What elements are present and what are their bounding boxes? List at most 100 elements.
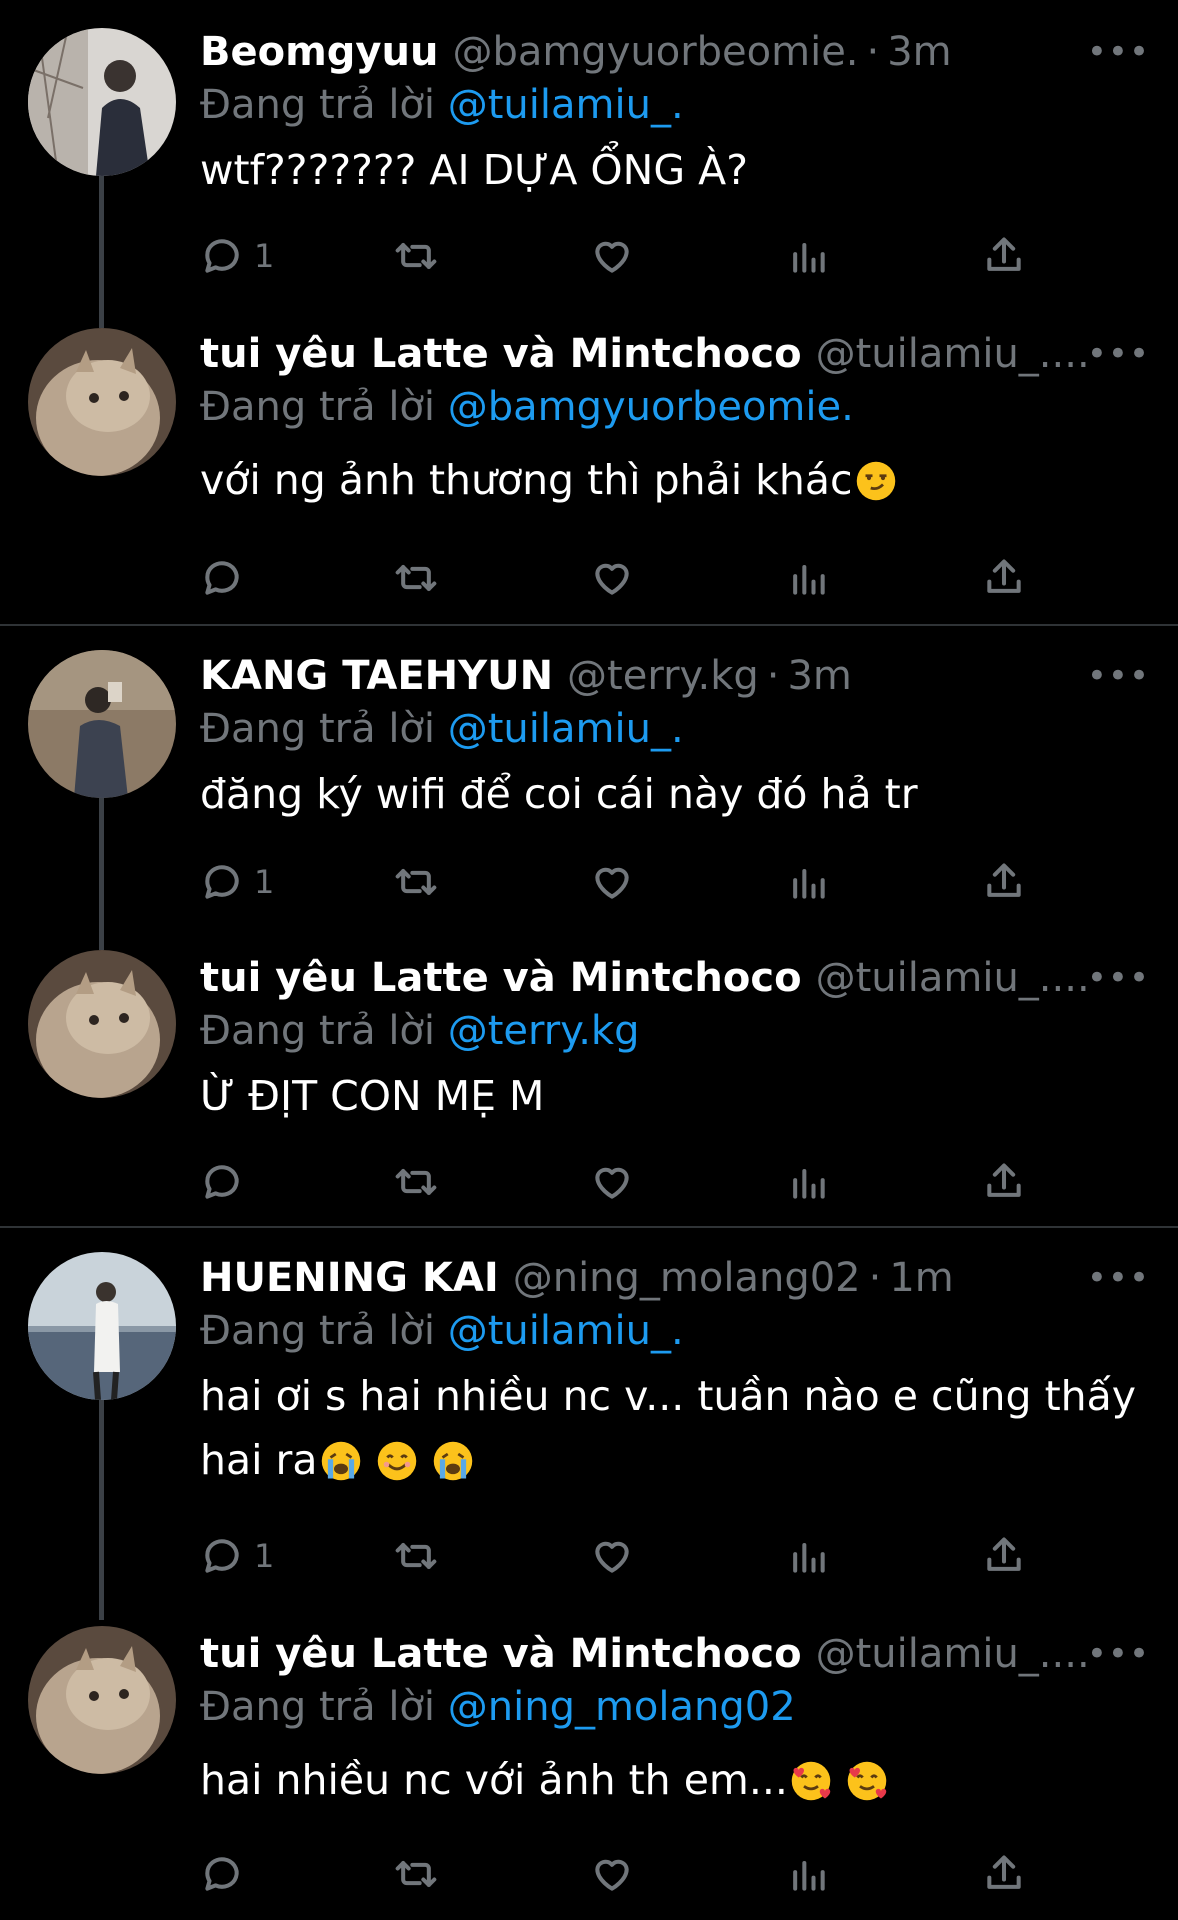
avatar[interactable] — [28, 1252, 176, 1400]
heart-icon — [595, 1167, 629, 1199]
user-handle[interactable]: @tuilamiu_.... — [816, 1631, 1090, 1677]
reply-prefix: Đang trả lời — [200, 1308, 436, 1354]
reply-icon — [205, 1165, 239, 1199]
more-options-icon[interactable]: ••• — [1087, 1626, 1150, 1682]
tweet-actions — [200, 548, 1032, 608]
replying-to: Đang trả lời @bamgyuorbeomie. — [200, 382, 1150, 432]
retweet-icon — [395, 1542, 437, 1570]
timestamp[interactable]: 3m — [787, 653, 851, 699]
reply-prefix: Đang trả lời — [200, 706, 436, 752]
retweet-button[interactable] — [394, 1152, 438, 1212]
mention-link[interactable]: @ning_molang02 — [448, 1684, 796, 1730]
analytics-button[interactable] — [786, 1152, 830, 1212]
share-button[interactable] — [982, 226, 1026, 286]
analytics-button[interactable] — [786, 1844, 830, 1904]
mention-link[interactable]: @terry.kg — [448, 1008, 640, 1054]
more-options-icon[interactable]: ••• — [1087, 950, 1150, 1006]
mention-link[interactable]: @bamgyuorbeomie. — [448, 384, 854, 430]
tweet-text: hai nhiều nc với ảnh th em... — [200, 1748, 1150, 1812]
reply-button[interactable]: 1 — [200, 852, 274, 912]
replying-to: Đang trả lời @tuilamiu_. — [200, 1306, 1150, 1356]
replying-to: Đang trả lời @tuilamiu_. — [200, 80, 1150, 130]
retweet-icon — [395, 1168, 437, 1196]
analytics-button[interactable] — [786, 226, 830, 286]
share-icon — [987, 237, 1021, 271]
thread-line — [99, 798, 104, 950]
user-handle[interactable]: @bamgyuorbeomie. — [452, 29, 858, 75]
tweet-text: wtf??????? AI DỰA ỔNG À? — [200, 146, 748, 194]
more-options-icon[interactable]: ••• — [1087, 648, 1150, 704]
user-handle[interactable]: @terry.kg — [567, 653, 759, 699]
share-button[interactable] — [982, 548, 1026, 608]
avatar[interactable] — [28, 950, 176, 1098]
user-handle[interactable]: @tuilamiu_.... — [816, 331, 1090, 377]
heart-icon — [595, 241, 629, 273]
more-options-icon[interactable]: ••• — [1087, 326, 1150, 382]
mention-link[interactable]: @tuilamiu_. — [448, 1308, 684, 1354]
tweet-header: tui yêu Latte và Mintchoco @tuilamiu_.... — [200, 1626, 1150, 1682]
avatar[interactable] — [28, 1626, 176, 1774]
display-name[interactable]: HUENING KAI — [200, 1255, 499, 1301]
user-handle[interactable]: @tuilamiu_.... — [816, 955, 1090, 1001]
reply-button[interactable] — [200, 548, 244, 608]
tweet-text-content: hai ra — [200, 1436, 318, 1484]
more-options-icon[interactable]: ••• — [1087, 24, 1150, 80]
display-name[interactable]: Beomgyuu — [200, 29, 438, 75]
avatar[interactable] — [28, 28, 176, 176]
analytics-button[interactable] — [786, 548, 830, 608]
retweet-button[interactable] — [394, 226, 438, 286]
like-button[interactable] — [590, 1152, 634, 1212]
reply-icon — [205, 561, 239, 595]
display-name[interactable]: tui yêu Latte và Mintchoco — [200, 955, 802, 1001]
user-handle[interactable]: @ning_molang02 — [513, 1255, 861, 1301]
display-name[interactable]: tui yêu Latte và Mintchoco — [200, 1631, 802, 1677]
timestamp[interactable]: 1m — [889, 1255, 953, 1301]
display-name[interactable]: KANG TAEHYUN — [200, 653, 553, 699]
reply-prefix: Đang trả lời — [200, 82, 436, 128]
retweet-button[interactable] — [394, 852, 438, 912]
reply-prefix: Đang trả lời — [200, 1684, 436, 1730]
tweet-header: HUENING KAI @ning_molang02 · 1m — [200, 1250, 1150, 1306]
share-button[interactable] — [982, 1152, 1026, 1212]
replying-to: Đang trả lời @terry.kg — [200, 1006, 1150, 1056]
analytics-button[interactable] — [786, 1526, 830, 1586]
smirk-emoji-icon — [855, 460, 897, 502]
more-options-icon[interactable]: ••• — [1087, 1250, 1150, 1306]
retweet-button[interactable] — [394, 1844, 438, 1904]
display-name[interactable]: tui yêu Latte và Mintchoco — [200, 331, 802, 377]
reply-prefix: Đang trả lời — [200, 1008, 436, 1054]
heart-icon — [595, 1859, 629, 1891]
tweet-text: Ừ ĐỊT CON MẸ M — [200, 1072, 545, 1120]
mention-link[interactable]: @tuilamiu_. — [448, 82, 684, 128]
reply-icon — [205, 865, 239, 899]
analytics-button[interactable] — [786, 852, 830, 912]
retweet-button[interactable] — [394, 1526, 438, 1586]
reply-button[interactable]: 1 — [200, 226, 274, 286]
share-button[interactable] — [982, 1526, 1026, 1586]
mention-link[interactable]: @tuilamiu_. — [448, 706, 684, 752]
retweet-icon — [395, 564, 437, 592]
avatar[interactable] — [28, 328, 176, 476]
tweet-text-line: hai ra — [200, 1428, 1150, 1492]
like-button[interactable] — [590, 852, 634, 912]
crying-emoji-icon — [432, 1440, 474, 1482]
share-button[interactable] — [982, 852, 1026, 912]
heart-icon — [595, 1541, 629, 1573]
reply-button[interactable] — [200, 1844, 244, 1904]
like-button[interactable] — [590, 548, 634, 608]
like-button[interactable] — [590, 226, 634, 286]
like-button[interactable] — [590, 1526, 634, 1586]
like-button[interactable] — [590, 1844, 634, 1904]
thread-line — [99, 176, 104, 328]
tweet-header: tui yêu Latte và Mintchoco @tuilamiu_.... — [200, 950, 1150, 1006]
separator: · — [766, 653, 780, 699]
reply-button[interactable] — [200, 1152, 244, 1212]
retweet-button[interactable] — [394, 548, 438, 608]
avatar[interactable] — [28, 650, 176, 798]
share-button[interactable] — [982, 1844, 1026, 1904]
tweet-text-content: hai nhiều nc với ảnh th em... — [200, 1756, 788, 1804]
tweet-header: tui yêu Latte và Mintchoco @tuilamiu_.... — [200, 326, 1150, 382]
tweet-text-content: với ng ảnh thương thì phải khác — [200, 456, 853, 504]
reply-button[interactable]: 1 — [200, 1526, 274, 1586]
timestamp[interactable]: 3m — [887, 29, 951, 75]
